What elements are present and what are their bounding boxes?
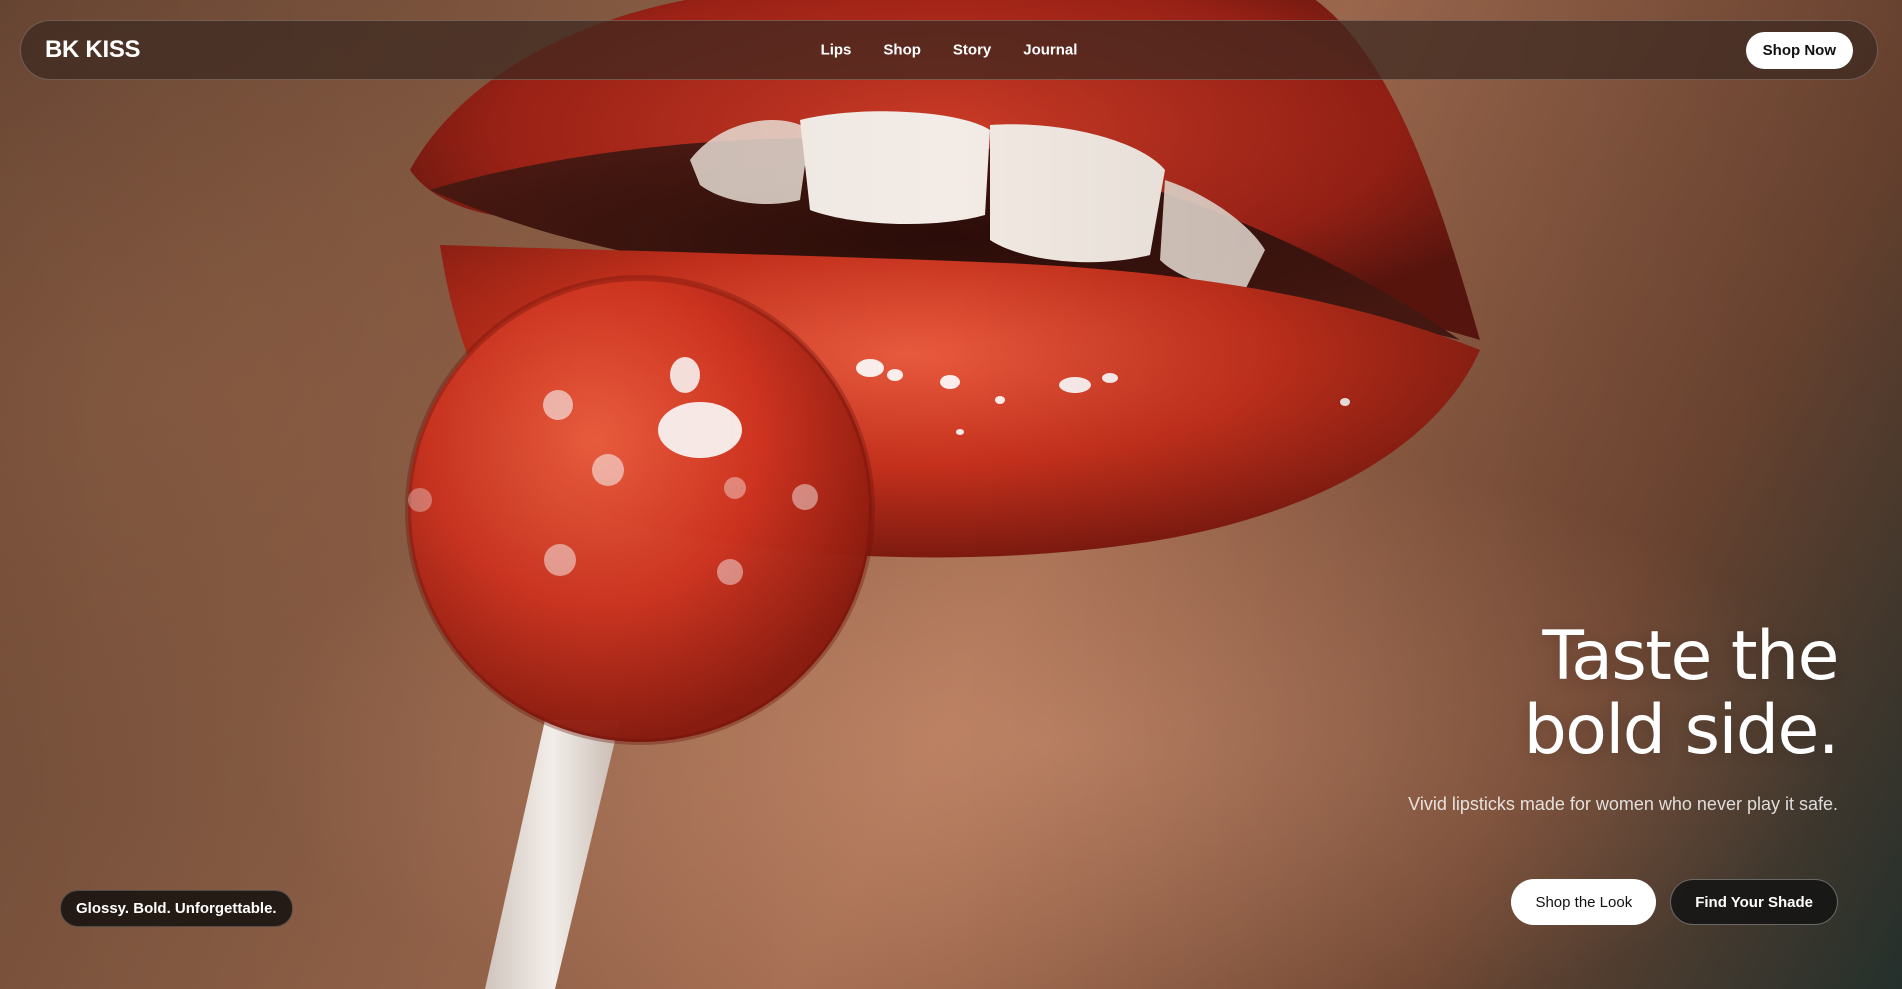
find-your-shade-button[interactable]: Find Your Shade <box>1670 879 1838 925</box>
nav-link-journal[interactable]: Journal <box>1023 42 1077 59</box>
shop-the-look-button[interactable]: Shop the Look <box>1511 879 1657 925</box>
nav-links: Lips Shop Story Journal <box>821 42 1078 59</box>
nav-link-story[interactable]: Story <box>953 42 991 59</box>
hero-title-line-1: Taste the <box>1542 617 1839 696</box>
hero-lips-image <box>405 0 1480 989</box>
shop-now-button[interactable]: Shop Now <box>1745 31 1853 69</box>
tagline-badge: Glossy. Bold. Unforgettable. <box>60 890 293 927</box>
nav-link-shop[interactable]: Shop <box>883 42 921 59</box>
hero-title: Taste the bold side. <box>1138 617 1840 770</box>
brand-logo[interactable]: BK KISS <box>45 36 141 64</box>
hero-section: BK KISS Lips Shop Story Journal Shop Now… <box>0 0 1902 989</box>
hero-title-line-2: bold side. <box>1523 691 1840 770</box>
nav-link-lips[interactable]: Lips <box>821 42 852 59</box>
top-navbar: BK KISS Lips Shop Story Journal Shop Now <box>20 20 1878 80</box>
hero-subtitle: Vivid lipsticks made for women who never… <box>1408 794 1838 814</box>
hero-cta-group: Shop the Look Find Your Shade <box>1511 879 1838 925</box>
